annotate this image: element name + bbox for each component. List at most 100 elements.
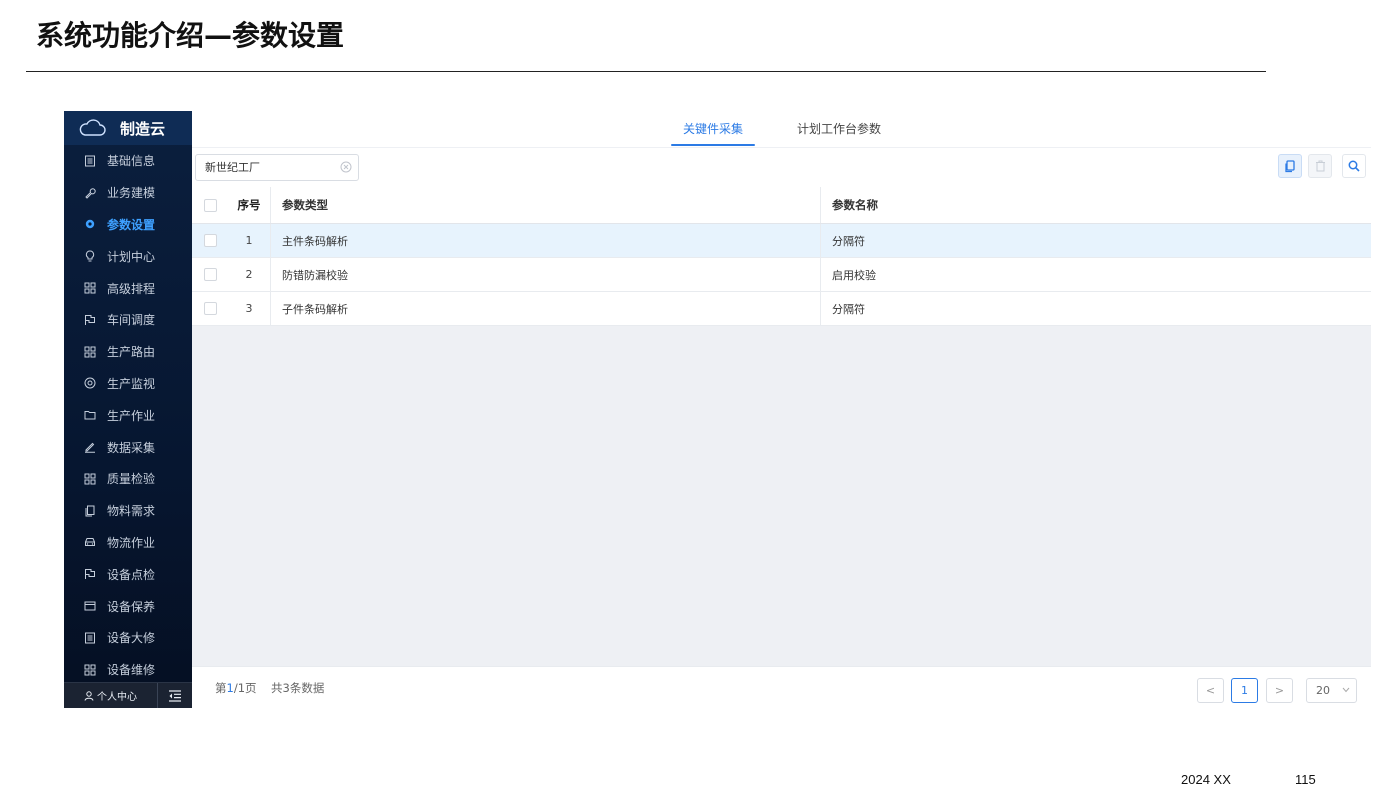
- col-header-name[interactable]: 参数名称: [821, 187, 1371, 223]
- page-size-select[interactable]: 20: [1306, 678, 1357, 703]
- title-divider: [26, 71, 1266, 72]
- sidebar-item-label: 设备大修: [107, 631, 156, 646]
- table-row[interactable]: 1 主件条码解析 分隔符: [192, 224, 1371, 258]
- sidebar-item-12[interactable]: 物料需求: [64, 495, 192, 527]
- search-icon: [1348, 160, 1360, 172]
- grid-icon: [84, 282, 96, 294]
- next-page-button[interactable]: >: [1266, 678, 1293, 703]
- sidebar-item-4[interactable]: 计划中心: [64, 240, 192, 272]
- sidebar-item-10[interactable]: 数据采集: [64, 431, 192, 463]
- sidebar-item-1[interactable]: 基础信息: [64, 145, 192, 177]
- brand[interactable]: 制造云: [64, 111, 192, 145]
- cell-no: 3: [228, 292, 271, 325]
- sidebar-item-5[interactable]: 高级排程: [64, 272, 192, 304]
- cell-type: 主件条码解析: [271, 224, 821, 257]
- sidebar-item-label: 基础信息: [107, 154, 156, 169]
- delete-icon: [1315, 160, 1325, 172]
- cell-no: 2: [228, 258, 271, 291]
- sidebar-item-14[interactable]: 设备点检: [64, 558, 192, 590]
- sidebar-item-label: 车间调度: [107, 313, 156, 328]
- copy-button[interactable]: [1278, 154, 1302, 178]
- bulb-icon: [84, 250, 96, 262]
- gear-icon: [84, 218, 96, 230]
- sidebar-item-label: 业务建模: [107, 186, 156, 201]
- factory-select[interactable]: 新世纪工厂: [195, 154, 359, 181]
- sidebar-item-7[interactable]: 生产路由: [64, 336, 192, 368]
- footer-date: 2024 XX: [1181, 772, 1231, 787]
- copy-icon: [84, 505, 96, 517]
- cell-name: 分隔符: [832, 234, 865, 248]
- flag-icon: [84, 314, 96, 326]
- sidebar-item-label: 计划中心: [107, 249, 156, 264]
- footer-page-number: 115: [1295, 772, 1316, 787]
- select-all-cell: [192, 187, 228, 223]
- user-icon: [84, 690, 94, 701]
- grid-icon: [84, 473, 96, 485]
- pagination: 第1/1页 共3条数据 < 1 > 20: [192, 666, 1371, 708]
- page-info: 第1/1页: [215, 680, 257, 696]
- sidebar-item-13[interactable]: 物流作业: [64, 527, 192, 559]
- pen-icon: [84, 441, 96, 453]
- cell-name: 启用校验: [832, 268, 876, 282]
- row-checkbox[interactable]: [203, 268, 217, 281]
- grid-icon: [84, 346, 96, 358]
- select-all-checkbox[interactable]: [203, 198, 217, 212]
- search-button[interactable]: [1342, 154, 1366, 178]
- page-suffix: /1页: [233, 681, 257, 695]
- sidebar-item-label: 高级排程: [107, 281, 156, 296]
- tab-plan-workbench-params[interactable]: 计划工作台参数: [797, 111, 881, 147]
- row-check-cell: [192, 292, 228, 325]
- row-check-cell: [192, 258, 228, 291]
- current-page: 1: [226, 681, 234, 695]
- sidebar-item-6[interactable]: 车间调度: [64, 304, 192, 336]
- sidebar-menu: 基础信息业务建模参数设置计划中心高级排程车间调度生产路由生产监视生产作业数据采集…: [64, 145, 192, 686]
- sidebar-item-label: 参数设置: [107, 217, 156, 232]
- sidebar-item-label: 质量检验: [107, 472, 156, 487]
- table-body: 1 主件条码解析 分隔符 2 防错防漏校验 启用校验 3 子件条码解析 分隔符: [192, 224, 1371, 326]
- sidebar-item-8[interactable]: 生产监视: [64, 368, 192, 400]
- brand-name: 制造云: [120, 119, 166, 138]
- collapse-menu-button[interactable]: [158, 683, 192, 708]
- grid-icon: [84, 664, 96, 676]
- sidebar-item-2[interactable]: 业务建模: [64, 177, 192, 209]
- col-header-no[interactable]: 序号: [228, 187, 271, 223]
- tab-key-part-collection[interactable]: 关键件采集: [670, 111, 756, 147]
- page-size-value: 20: [1316, 684, 1330, 697]
- main-content: 关键件采集 计划工作台参数 新世纪工厂 序号 参数类型 参数名称 1 主件条码解…: [192, 111, 1371, 708]
- page-1-button[interactable]: 1: [1231, 678, 1258, 703]
- sidebar-footer: 个人中心: [64, 682, 192, 708]
- table-header: 序号 参数类型 参数名称: [192, 187, 1371, 224]
- sidebar-item-label: 设备维修: [107, 663, 156, 678]
- row-checkbox[interactable]: [203, 302, 217, 315]
- chevron-down-icon: [1342, 687, 1350, 693]
- sidebar-item-label: 生产作业: [107, 408, 156, 423]
- col-header-type[interactable]: 参数类型: [271, 187, 821, 223]
- sidebar-item-3[interactable]: 参数设置: [64, 209, 192, 241]
- wrench-icon: [84, 187, 96, 199]
- sidebar-item-11[interactable]: 质量检验: [64, 463, 192, 495]
- cell-no: 1: [228, 224, 271, 257]
- location-icon: [84, 377, 96, 389]
- sidebar-item-16[interactable]: 设备大修: [64, 622, 192, 654]
- copy-icon: [1285, 159, 1295, 172]
- toolbar: 新世纪工厂: [192, 147, 1371, 187]
- prev-page-button[interactable]: <: [1197, 678, 1224, 703]
- menu-fold-icon: [169, 689, 181, 702]
- user-center-button[interactable]: 个人中心: [64, 683, 158, 708]
- sidebar-item-9[interactable]: 生产作业: [64, 399, 192, 431]
- sidebar-item-label: 设备点检: [107, 567, 156, 582]
- user-center-label: 个人中心: [97, 692, 137, 703]
- app-window: 制造云 基础信息业务建模参数设置计划中心高级排程车间调度生产路由生产监视生产作业…: [64, 111, 1371, 708]
- sidebar-item-15[interactable]: 设备保养: [64, 590, 192, 622]
- document-icon: [84, 155, 96, 167]
- sidebar-item-17[interactable]: 设备维修: [64, 654, 192, 686]
- sidebar-item-label: 生产监视: [107, 376, 156, 391]
- car-icon: [84, 536, 96, 548]
- row-checkbox[interactable]: [203, 234, 217, 247]
- table-row[interactable]: 2 防错防漏校验 启用校验: [192, 258, 1371, 292]
- delete-button[interactable]: [1308, 154, 1332, 178]
- page-prefix: 第: [215, 681, 227, 695]
- folder-icon: [84, 409, 96, 421]
- clear-icon[interactable]: [340, 161, 352, 173]
- table-row[interactable]: 3 子件条码解析 分隔符: [192, 292, 1371, 326]
